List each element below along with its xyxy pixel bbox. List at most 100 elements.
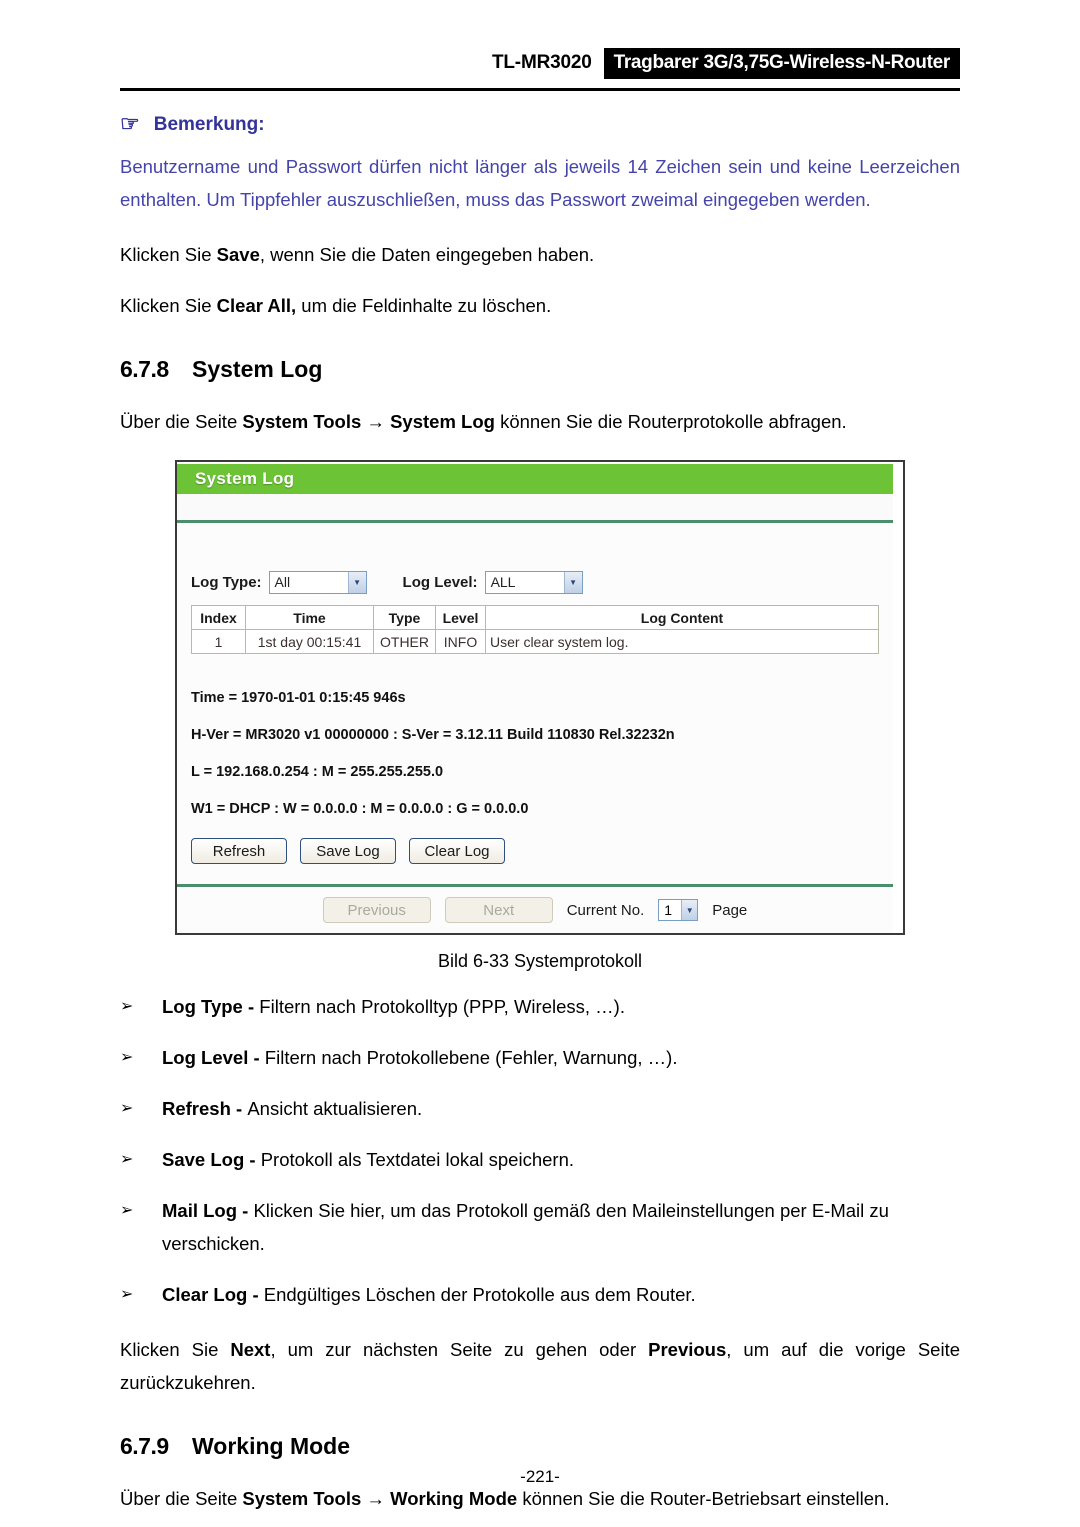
info-line-lan: L = 192.168.0.254 : M = 255.255.255.0 (191, 764, 444, 780)
log-type-select[interactable]: All ▼ (268, 570, 367, 594)
bullet-text: Log Type - Filtern nach Protokolltyp (PP… (162, 990, 960, 1023)
ui-panel-body: Log Type: All ▼ Log Level: ALL ▼ Index T… (177, 523, 893, 884)
bullet-text: Refresh - Ansicht aktualisieren. (162, 1092, 960, 1125)
bullet-term: Log Level - (162, 1047, 265, 1068)
nav-mid: , um zur nächsten Seite zu gehen oder (270, 1339, 649, 1360)
list-item: ➢ Save Log - Protokoll als Textdatei lok… (120, 1143, 960, 1176)
clear-log-button[interactable]: Clear Log (409, 838, 505, 864)
list-item: ➢ Log Type - Filtern nach Protokolltyp (… (120, 990, 960, 1023)
log-type-value: All (274, 573, 291, 590)
info-line-wan: W1 = DHCP : W = 0.0.0.0 : M = 0.0.0.0 : … (191, 801, 529, 817)
bullet-term: Clear Log - (162, 1284, 264, 1305)
feature-bullet-list: ➢ Log Type - Filtern nach Protokolltyp (… (120, 990, 960, 1311)
save-instruction-post: , wenn Sie die Daten eingegeben haben. (259, 244, 595, 265)
previous-keyword: Previous (648, 1339, 727, 1360)
section-heading-678: 6.7.8 System Log (120, 356, 960, 383)
system-log-table: Index Time Type Level Log Content 1 1st … (191, 605, 879, 654)
bullet-text: Log Level - Filtern nach Protokollebene … (162, 1041, 960, 1074)
pointing-hand-icon: ☞ (120, 111, 140, 136)
pagination-bar: Previous Next Current No. 1 ▼ Page (177, 887, 893, 933)
save-keyword: Save (216, 244, 260, 265)
previous-page-button[interactable]: Previous (322, 897, 431, 923)
save-instruction-pre: Klicken Sie (120, 244, 217, 265)
section-title-679: Working Mode (192, 1433, 351, 1459)
ui-panel-title: System Log (195, 469, 295, 488)
bullet-desc: Filtern nach Protokolltyp (PPP, Wireless… (259, 996, 625, 1017)
page-number: -221- (520, 1467, 560, 1486)
section-number-679: 6.7.9 (120, 1433, 169, 1459)
system-info-block: Time = 1970-01-01 0:15:45 946s H-Ver = M… (191, 690, 879, 817)
list-item: ➢ Mail Log - Klicken Sie hier, um das Pr… (120, 1194, 960, 1260)
save-log-button[interactable]: Save Log (300, 838, 396, 864)
intro-679-mid: → (361, 1488, 391, 1509)
cell-type: OTHER (373, 629, 436, 654)
intro-679-bold2: Working Mode (390, 1488, 518, 1509)
intro-678-mid: → (361, 411, 391, 432)
log-action-buttons: Refresh Save Log Clear Log (191, 838, 879, 884)
log-level-select[interactable]: ALL ▼ (484, 570, 583, 594)
document-page: TL-MR3020 Tragbarer 3G/3,75G-Wireless-N-… (0, 0, 1080, 1527)
header-divider (120, 88, 960, 91)
list-item: ➢ Clear Log - Endgültiges Löschen der Pr… (120, 1278, 960, 1311)
current-page-select[interactable]: 1 ▼ (658, 899, 699, 921)
info-line-time: Time = 1970-01-01 0:15:45 946s (191, 690, 406, 706)
bullet-text: Clear Log - Endgültiges Löschen der Prot… (162, 1278, 960, 1311)
column-header-index: Index (191, 605, 246, 630)
clear-instruction: Klicken Sie Clear All, um die Feldinhalt… (120, 289, 960, 322)
chevron-down-icon: ▼ (347, 571, 366, 593)
log-filter-row: Log Type: All ▼ Log Level: ALL ▼ (191, 567, 879, 597)
info-line-version: H-Ver = MR3020 v1 00000000 : S-Ver = 3.1… (191, 727, 675, 743)
bullet-text: Mail Log - Klicken Sie hier, um das Prot… (162, 1194, 960, 1260)
bullet-term: Log Type - (162, 996, 260, 1017)
bullet-term: Refresh - (162, 1098, 248, 1119)
refresh-button[interactable]: Refresh (191, 838, 287, 864)
bullet-arrow-icon: ➢ (120, 998, 134, 1015)
section-number-678: 6.7.8 (120, 356, 169, 382)
bullet-arrow-icon: ➢ (120, 1049, 134, 1066)
section-title-678: System Log (192, 356, 323, 382)
ui-panel-header: System Log (177, 464, 893, 494)
bullet-desc: Endgültiges Löschen der Protokolle aus d… (263, 1284, 696, 1305)
next-page-button[interactable]: Next (444, 897, 553, 923)
clear-all-keyword: Clear All, (216, 295, 297, 316)
current-page-value: 1 (664, 902, 673, 918)
cell-index: 1 (191, 629, 246, 654)
cell-time: 1st day 00:15:41 (245, 629, 374, 654)
figure-caption: Bild 6-33 Systemprotokoll (437, 951, 643, 971)
bullet-desc: Filtern nach Protokollebene (Fehler, War… (264, 1047, 678, 1068)
bullet-arrow-icon: ➢ (120, 1151, 134, 1168)
clear-instruction-post: um die Feldinhalte zu löschen. (296, 295, 552, 316)
page-suffix-label: Page (712, 901, 748, 919)
log-type-label: Log Type: (191, 573, 262, 591)
bullet-desc: Ansicht aktualisieren. (247, 1098, 423, 1119)
list-item: ➢ Log Level - Filtern nach Protokolleben… (120, 1041, 960, 1074)
bullet-term: Save Log - (162, 1149, 261, 1170)
intro-679-bold1: System Tools (242, 1488, 362, 1509)
intro-678-post: können Sie die Routerprotokolle abfragen… (494, 411, 847, 432)
ui-top-spacer (191, 523, 879, 567)
intro-678-bold2: System Log (390, 411, 495, 432)
intro-678-bold1: System Tools (242, 411, 362, 432)
current-page-label: Current No. (566, 901, 645, 919)
column-header-log-content: Log Content (485, 605, 879, 630)
bullet-text: Save Log - Protokoll als Textdatei lokal… (162, 1143, 960, 1176)
column-header-level: Level (435, 605, 486, 630)
note-heading: ☞ Bemerkung: (120, 111, 960, 136)
bullet-desc: Protokoll als Textdatei lokal speichern. (260, 1149, 575, 1170)
list-item: ➢ Refresh - Ansicht aktualisieren. (120, 1092, 960, 1125)
bullet-arrow-icon: ➢ (120, 1286, 134, 1303)
log-level-label: Log Level: (402, 573, 478, 591)
bullet-arrow-icon: ➢ (120, 1202, 134, 1219)
chevron-down-icon: ▼ (563, 571, 582, 593)
table-header-row: Index Time Type Level Log Content (191, 605, 879, 630)
cell-log-content: User clear system log. (485, 629, 879, 654)
table-row: 1 1st day 00:15:41 OTHER INFO User clear… (191, 629, 879, 654)
bullet-term: Mail Log - (162, 1200, 254, 1221)
cell-level: INFO (435, 629, 486, 654)
chevron-down-icon: ▼ (681, 900, 698, 920)
log-level-value: ALL (490, 573, 516, 590)
section-heading-679: 6.7.9 Working Mode (120, 1433, 960, 1460)
nav-pre: Klicken Sie (120, 1339, 231, 1360)
note-body: Benutzername und Passwort dürfen nicht l… (120, 156, 960, 210)
note-title-text: Bemerkung: (153, 114, 265, 135)
